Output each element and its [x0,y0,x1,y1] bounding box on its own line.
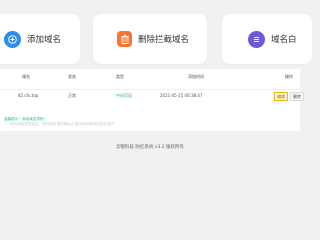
note-body: 1、请勿添加违规域名，防红域名请先确认正常访问后再添加防红保护 [4,122,115,126]
delete-icon [117,31,132,47]
table-header: 域名 状态 类型 添加时间 操作 [0,71,300,85]
header-type: 类型 [116,74,124,79]
row-actions: 编辑 删除 [274,92,304,101]
notes: 温馨提示：添加域名须知！ 1、请勿添加违规域名，防红域名请先确认正常访问后再添加… [4,117,114,127]
row-domain: 85.cfu.top [18,93,39,98]
header-status: 状态 [68,74,76,79]
row-type: 中间页面 [116,93,132,98]
row-status: 正常 [68,93,76,98]
delete-blocked-domain-card[interactable]: 删除拦截域名 [93,14,207,64]
domain-whitelist-card[interactable]: 域名白 [222,14,312,64]
list-icon [248,30,265,48]
header-domain: 域名 [22,74,30,79]
add-domain-label: 添加域名 [27,35,62,45]
table-row: 85.cfu.top 正常 中间页面 2021-05-25 06:38:47 编… [0,89,304,103]
domain-table-panel: 域名 状态 类型 添加时间 操作 85.cfu.top 正常 中间页面 2021… [0,69,304,131]
footer-copyright: 云锦科技 防红系统 v3.2 版权所有 [115,145,185,150]
row-added-time: 2021-05-25 06:38:47 [160,93,203,98]
action-cards: 添加域名 删除拦截域名 域名白 [0,0,312,68]
delete-blocked-domain-label: 删除拦截域名 [138,35,190,45]
header-added-time: 添加时间 [188,74,204,79]
edit-button[interactable]: 编辑 [274,92,288,101]
delete-button[interactable]: 删除 [290,92,304,101]
add-domain-card[interactable]: 添加域名 [0,14,80,64]
domain-whitelist-label: 域名白 [271,35,297,45]
add-icon [4,30,21,48]
header-actions: 操作 [285,74,293,79]
